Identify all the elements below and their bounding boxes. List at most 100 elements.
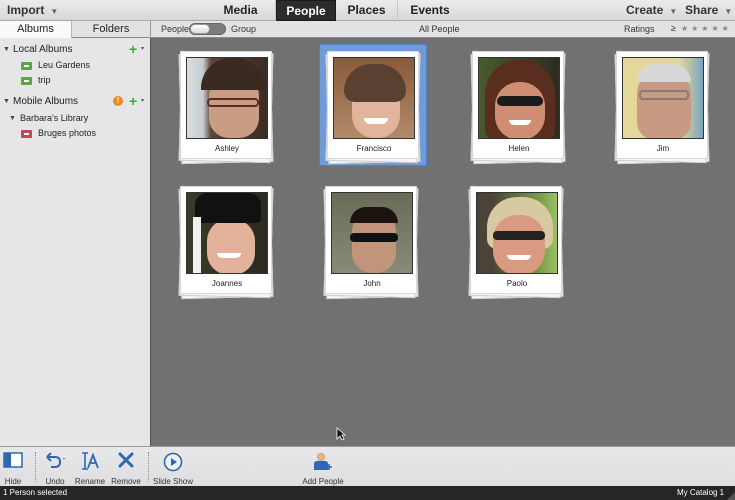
- library-label: Barbara's Library: [20, 113, 89, 123]
- share-menu[interactable]: Share ▼: [685, 3, 732, 17]
- ratings-filter[interactable]: ≥ ★★★★★: [671, 23, 732, 33]
- face-photo: [333, 57, 415, 139]
- mobile-albums-label: Mobile Albums: [13, 96, 79, 107]
- face-shape: [495, 82, 545, 138]
- face-photo: [478, 57, 560, 139]
- albums-panel: ▼ Local Albums + ▾ Leu Gardens trip ▼ Mo…: [0, 38, 151, 446]
- resize-grip-icon[interactable]: [727, 492, 735, 500]
- view-bar: People Group All People Ratings ≥ ★★★★★: [151, 21, 735, 38]
- mouse-cursor-icon: [336, 427, 346, 441]
- face-shape: [207, 219, 255, 273]
- smile-shape: [509, 120, 531, 125]
- tab-places[interactable]: Places: [336, 0, 398, 21]
- add-people-label: Add People: [302, 477, 344, 486]
- album-item-bruges-photos[interactable]: Bruges photos: [0, 126, 151, 141]
- toolbar-separator: [148, 452, 149, 482]
- album-item-trip[interactable]: trip: [0, 73, 151, 88]
- hair-shape: [350, 207, 398, 223]
- import-label: Import: [7, 3, 45, 17]
- create-menu[interactable]: Create ▼: [626, 3, 677, 17]
- hair-shape: [201, 58, 265, 90]
- person-name[interactable]: Jim: [617, 144, 709, 153]
- remove-x-icon: [118, 452, 134, 468]
- play-icon: [163, 452, 183, 472]
- person-card-joannes[interactable]: Joannes: [178, 184, 274, 300]
- person-name[interactable]: John: [326, 279, 418, 288]
- grad-cap-shape: [195, 193, 261, 223]
- star-icons[interactable]: ★★★★★: [681, 24, 732, 33]
- person-name[interactable]: Paolo: [471, 279, 563, 288]
- toolbar-separator: [35, 452, 36, 482]
- chevron-down-icon: ▼: [669, 7, 678, 16]
- mobile-album-icon: [21, 130, 32, 138]
- person-card-helen[interactable]: Helen: [470, 49, 566, 165]
- tab-people[interactable]: People: [276, 0, 336, 21]
- person-name[interactable]: Ashley: [181, 144, 273, 153]
- local-albums-header[interactable]: ▼ Local Albums + ▾: [0, 42, 151, 57]
- remove-button[interactable]: Remove: [110, 449, 142, 487]
- sub-bar: Albums Folders People Group All People R…: [0, 21, 735, 38]
- album-icon: [21, 62, 32, 70]
- tab-media[interactable]: Media: [206, 0, 276, 21]
- smile-shape: [507, 255, 531, 260]
- person-card-francisco[interactable]: Francisco: [325, 49, 421, 165]
- top-bar: Import ▼ Media People Places Events Creat…: [0, 0, 735, 21]
- chevron-down-icon: ▼: [50, 7, 59, 16]
- tab-albums[interactable]: Albums: [0, 21, 72, 38]
- people-grid: Ashley Francisco Helen Jim Joannes John …: [152, 39, 735, 446]
- person-card-john[interactable]: John: [323, 184, 419, 300]
- toggle-group-label: Group: [231, 24, 257, 34]
- mobile-albums-header[interactable]: ▼ Mobile Albums ! + ▾: [0, 94, 151, 109]
- person-card-jim[interactable]: Jim: [614, 49, 710, 165]
- add-album-icon[interactable]: +: [129, 42, 137, 56]
- person-name[interactable]: Helen: [473, 144, 565, 153]
- add-album-icon[interactable]: +: [129, 94, 137, 108]
- album-label: trip: [38, 75, 51, 85]
- face-photo: [186, 192, 268, 274]
- add-people-button[interactable]: Add People: [300, 449, 346, 487]
- slide-show-button[interactable]: Slide Show: [152, 449, 194, 487]
- disclosure-triangle-icon[interactable]: ▼: [3, 42, 10, 57]
- disclosure-triangle-icon[interactable]: ▼: [3, 94, 10, 109]
- catalog-name[interactable]: My Catalog 1: [677, 488, 724, 497]
- person-name[interactable]: Francisco: [328, 144, 420, 153]
- tassel-shape: [193, 217, 201, 273]
- library-barbara[interactable]: ▼ Barbara's Library: [0, 111, 151, 126]
- tab-events[interactable]: Events: [398, 0, 462, 21]
- card-front: Joannes: [180, 186, 272, 294]
- share-label: Share: [685, 3, 719, 17]
- person-card-ashley[interactable]: Ashley: [178, 49, 274, 165]
- person-card-paolo[interactable]: Paolo: [468, 184, 564, 300]
- face-shape: [493, 215, 545, 273]
- sunglasses-shape: [493, 231, 545, 240]
- import-menu[interactable]: Import ▼: [7, 3, 58, 17]
- face-photo: [476, 192, 558, 274]
- card-front: John: [325, 186, 417, 294]
- hair-shape: [344, 64, 406, 102]
- chevron-down-icon[interactable]: ▾: [141, 42, 144, 57]
- tab-folders[interactable]: Folders: [72, 21, 151, 38]
- selection-status: 1 Person selected: [3, 488, 68, 497]
- main-tabs: Media People Places Events: [206, 0, 462, 21]
- card-front: Helen: [472, 51, 564, 159]
- album-label: Leu Gardens: [38, 60, 91, 70]
- status-bar: 1 Person selected My Catalog 1: [0, 486, 735, 500]
- person-name[interactable]: Joannes: [181, 279, 273, 288]
- sunglasses-shape: [497, 96, 543, 106]
- people-group-toggle[interactable]: [189, 23, 226, 35]
- chevron-down-icon: ▼: [724, 7, 733, 16]
- local-albums-label: Local Albums: [13, 44, 73, 55]
- rename-icon: [82, 452, 99, 470]
- undo-label: Undo: [45, 477, 65, 486]
- toggle-knob[interactable]: [190, 24, 210, 34]
- alert-icon[interactable]: !: [113, 96, 123, 106]
- hide-panel-button[interactable]: Hide: [0, 449, 26, 487]
- album-item-leu-gardens[interactable]: Leu Gardens: [0, 58, 151, 73]
- rename-button[interactable]: Rename: [74, 449, 106, 487]
- chevron-down-icon[interactable]: ▾: [141, 94, 144, 109]
- sunglasses-shape: [350, 233, 398, 242]
- disclosure-triangle-icon[interactable]: ▼: [9, 111, 16, 126]
- toggle-people-label: People: [161, 24, 190, 34]
- undo-button[interactable]: Undo: [40, 449, 70, 487]
- card-front: Jim: [616, 51, 708, 159]
